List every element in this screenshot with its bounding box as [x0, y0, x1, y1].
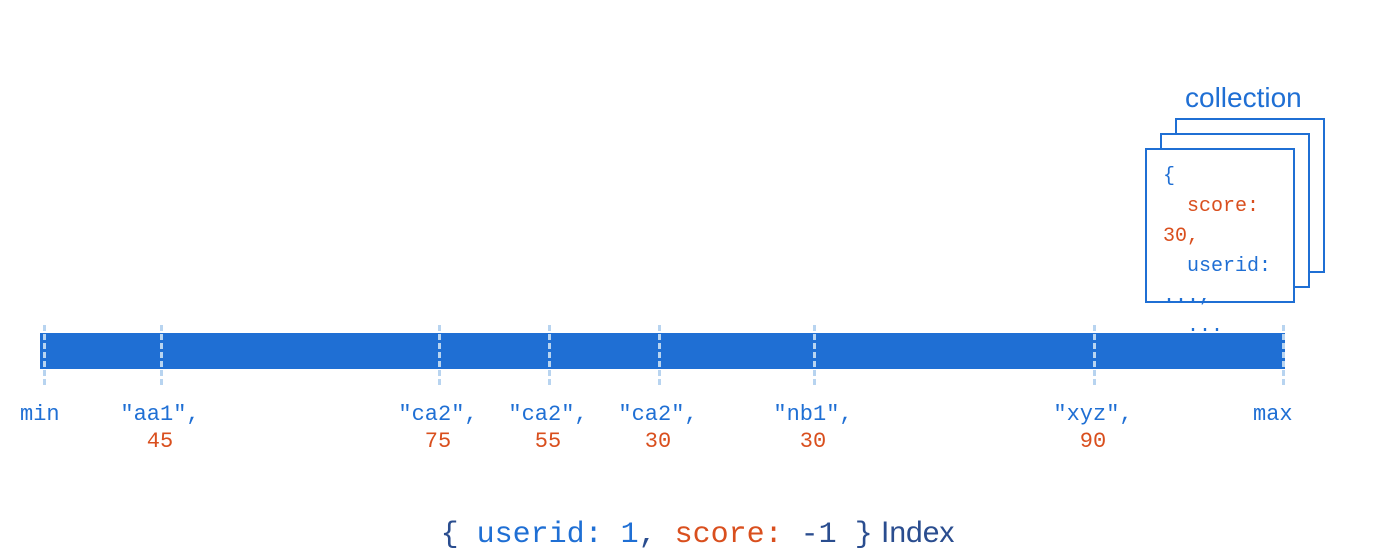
entry-5: "xyz", 90 [1053, 402, 1132, 454]
entry-id: "aa1", [120, 402, 199, 427]
doc-userid-key: userid: [1187, 255, 1271, 278]
idx-label: Index [873, 516, 955, 549]
entry-2: "ca2", 55 [508, 402, 587, 454]
entry-id: "ca2", [508, 402, 587, 427]
entry-score: 55 [508, 429, 587, 454]
doc-score-key: score: [1187, 195, 1259, 218]
tick-min [43, 325, 46, 385]
collection-label: collection [1185, 82, 1302, 114]
min-label: min [20, 402, 60, 427]
entry-id: "ca2", [398, 402, 477, 427]
idx-close: } [837, 518, 873, 552]
tick-0 [160, 325, 163, 385]
entry-id: "nb1", [773, 402, 852, 427]
tick-4 [813, 325, 816, 385]
entry-4: "nb1", 30 [773, 402, 852, 454]
entry-3: "ca2", 30 [618, 402, 697, 454]
idx-score-key: score: [675, 518, 783, 552]
idx-comma: , [639, 518, 675, 552]
entry-score: 30 [773, 429, 852, 454]
idx-userid-key: userid: [477, 518, 603, 552]
doc-score-val: 30, [1163, 225, 1199, 248]
entry-0: "aa1", 45 [120, 402, 199, 454]
entry-score: 75 [398, 429, 477, 454]
entry-id: "xyz", [1053, 402, 1132, 427]
tick-1 [438, 325, 441, 385]
tick-2 [548, 325, 551, 385]
idx-userid-val: 1 [603, 518, 639, 552]
tick-3 [658, 325, 661, 385]
entry-id: "ca2", [618, 402, 697, 427]
doc-userid-val: ..., [1163, 285, 1211, 308]
entry-score: 45 [120, 429, 199, 454]
idx-score-val: -1 [783, 518, 837, 552]
document-front: { score: 30, userid: ..., ... } [1145, 148, 1295, 303]
tick-5 [1093, 325, 1096, 385]
entry-score: 30 [618, 429, 697, 454]
doc-open-brace: { [1163, 165, 1175, 188]
entry-score: 90 [1053, 429, 1132, 454]
idx-open: { [441, 518, 477, 552]
max-label: max [1253, 402, 1293, 427]
index-definition: { userid: 1, score: -1 } Index [0, 516, 1395, 552]
entry-1: "ca2", 75 [398, 402, 477, 454]
tick-max [1282, 325, 1285, 385]
index-bar [40, 333, 1285, 369]
